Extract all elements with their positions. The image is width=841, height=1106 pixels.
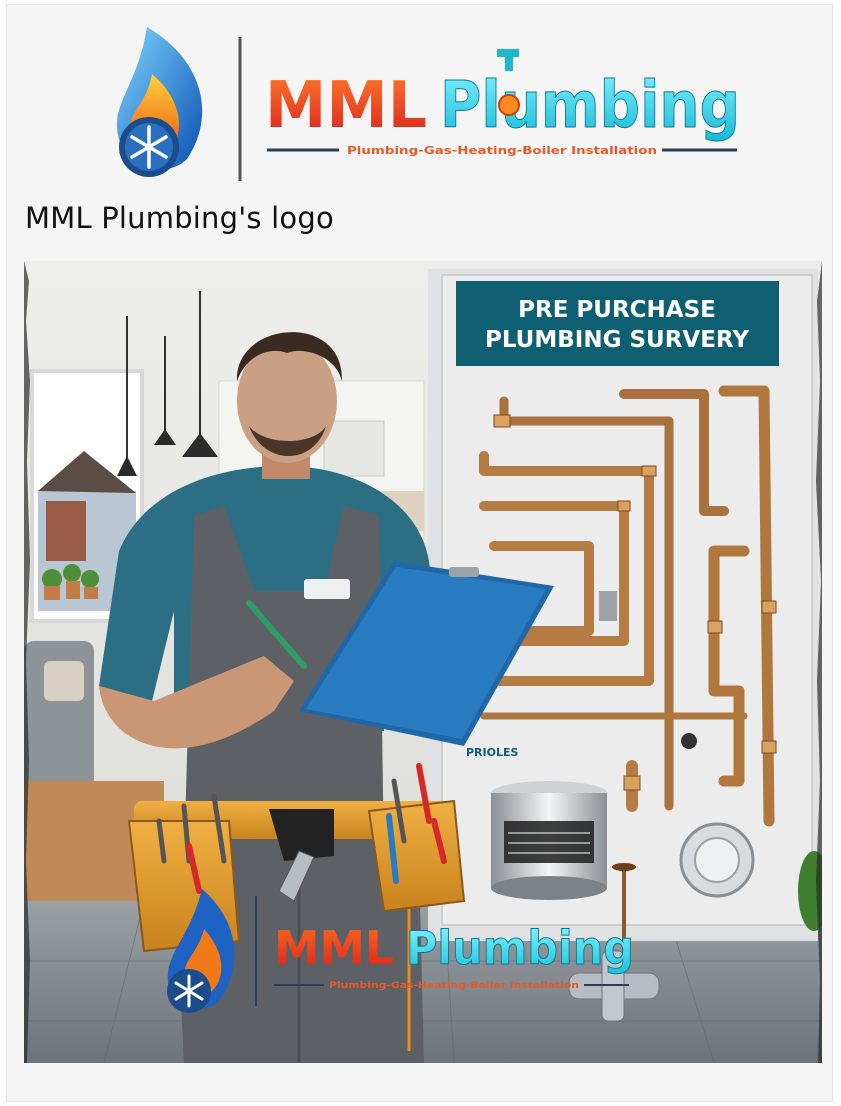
logo-brand-mml: MML [265, 69, 427, 143]
plumber-survey-image: PRE PURCHASE PLUMBING SURVERY PRIOLES MM… [24, 261, 822, 1063]
mml-plumbing-logo: MML Plumbing Plumbing-Gas-Heating-Boiler… [107, 19, 757, 191]
logo-caption: MML Plumbing's logo [25, 201, 334, 235]
poster-heading-line2: PLUMBING SURVERY [485, 327, 749, 353]
logo-brand-plumbing: Plumbing [440, 69, 740, 143]
survey-illustration: PRE PURCHASE PLUMBING SURVERY PRIOLES MM… [24, 261, 822, 1063]
content-card: MML Plumbing Plumbing-Gas-Heating-Boiler… [6, 4, 833, 1102]
logo-graphic: MML Plumbing Plumbing-Gas-Heating-Boiler… [116, 27, 741, 181]
poster-header [456, 281, 779, 366]
water-heater-tank [491, 781, 607, 900]
snowflake-icon [119, 117, 179, 177]
watermark-brand-plumbing: Plumbing [406, 921, 634, 975]
poster-label-prioles: PRIOLES [466, 746, 518, 759]
watermark-snowflake-icon [167, 969, 211, 1013]
watermark-brand-mml: MML [274, 921, 394, 975]
poster-heading-line1: PRE PURCHASE [518, 297, 716, 323]
watermark-tagline: Plumbing-Gas-Heating-Boiler Installation [329, 981, 579, 991]
logo-tagline: Plumbing-Gas-Heating-Boiler Installation [347, 144, 657, 157]
round-meter [679, 822, 755, 898]
